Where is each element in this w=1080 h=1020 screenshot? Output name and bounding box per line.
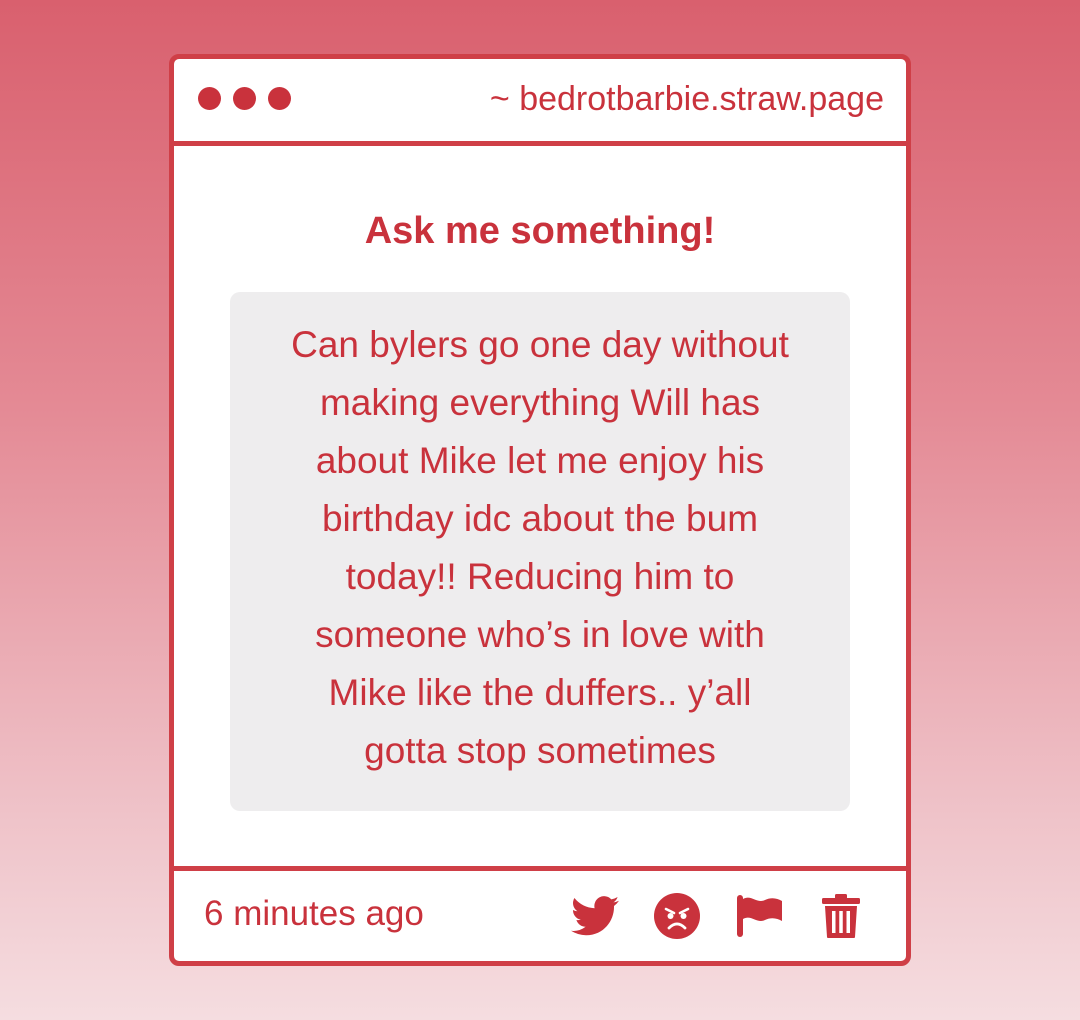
action-bar: [570, 891, 866, 941]
page-url-label[interactable]: ~ bedrotbarbie.straw.page: [490, 77, 884, 121]
window-dots: [198, 87, 291, 110]
card-footer: 6 minutes ago: [174, 866, 906, 961]
question-bubble: Can bylers go one day without making eve…: [230, 292, 850, 811]
question-line: making everything Will has: [319, 382, 761, 423]
window-dot: [268, 87, 291, 110]
page-title: Ask me something!: [364, 210, 716, 252]
question-line: gotta stop sometimes: [364, 730, 716, 771]
flag-icon: [737, 895, 782, 937]
report-flag-button[interactable]: [734, 891, 784, 941]
question-line: Can bylers go one day without: [291, 324, 789, 365]
twitter-bird-icon: [571, 896, 619, 936]
card-content: Ask me something! Can bylers go one day …: [174, 146, 906, 868]
window-dot: [198, 87, 221, 110]
question-text: Can bylers go one day without making eve…: [250, 316, 830, 780]
window-dot: [233, 87, 256, 110]
question-line: about Mike let me enjoy his: [315, 440, 765, 481]
delete-button[interactable]: [816, 891, 866, 941]
question-line: someone who’s in love with: [315, 614, 765, 655]
question-line: Mike like the duffers.. y’all: [328, 672, 752, 713]
react-angry-button[interactable]: [652, 891, 702, 941]
question-line: birthday idc about the bum: [321, 498, 759, 539]
share-twitter-button[interactable]: [570, 891, 620, 941]
angry-face-icon: [654, 893, 700, 939]
question-card: ~ bedrotbarbie.straw.page Ask me somethi…: [169, 54, 911, 966]
trash-icon: [822, 894, 860, 938]
question-line: today!! Reducing him to: [345, 556, 735, 597]
timestamp: 6 minutes ago: [204, 894, 424, 933]
window-titlebar: ~ bedrotbarbie.straw.page: [174, 59, 906, 146]
